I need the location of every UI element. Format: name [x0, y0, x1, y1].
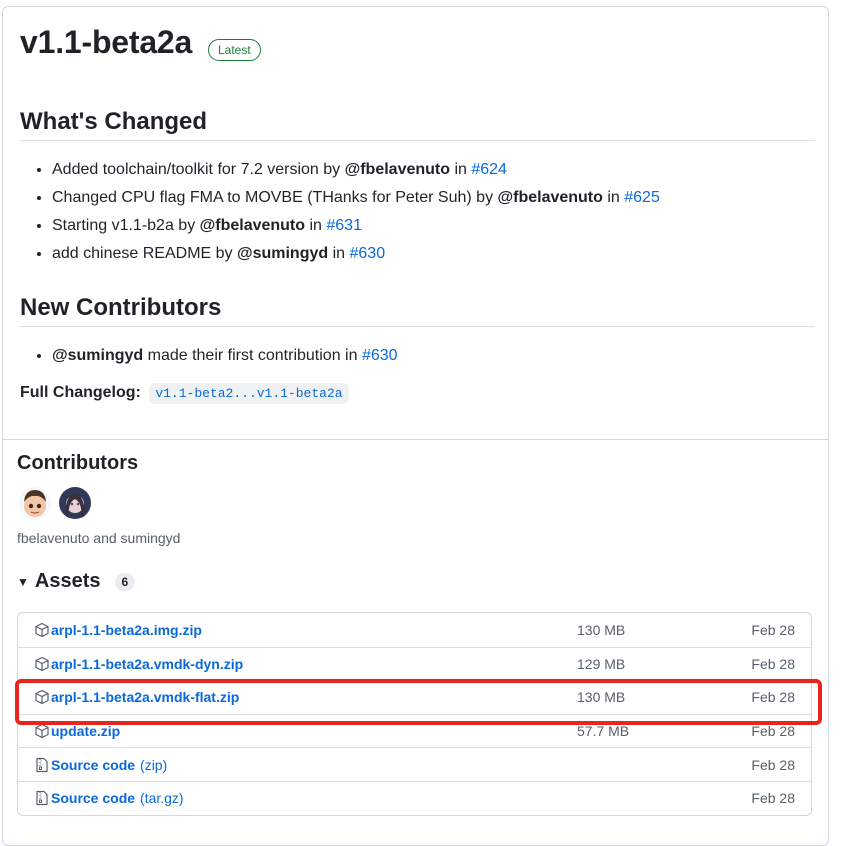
user-link[interactable]: @sumingyd: [52, 347, 143, 364]
asset-link[interactable]: Source code: [51, 790, 135, 806]
divider: [3, 439, 828, 440]
latest-badge: Latest: [208, 39, 261, 61]
list-item: @sumingyd made their first contribution …: [52, 342, 398, 370]
item-text: Changed CPU flag FMA to MOVBE (THanks fo…: [52, 189, 498, 206]
whats-changed-list: Added toolchain/toolkit for 7.2 version …: [20, 156, 660, 268]
item-text: in: [450, 161, 472, 178]
asset-date: Feb 28: [751, 689, 795, 706]
new-contributors-list: @sumingyd made their first contribution …: [20, 342, 398, 370]
asset-row-highlighted: arpl-1.1-beta2a.vmdk-flat.zip 130 MB Feb…: [18, 680, 811, 714]
avatar-fbelavenuto[interactable]: [19, 487, 51, 519]
contributors-names: fbelavenuto and sumingyd: [17, 530, 181, 546]
file-zip-icon: [34, 757, 50, 773]
new-contributors-heading: New Contributors: [20, 294, 222, 321]
asset-link[interactable]: arpl-1.1-beta2a.img.zip: [51, 622, 202, 638]
full-changelog: Full Changelog: v1.1-beta2...v1.1-beta2a: [20, 383, 349, 404]
pr-link[interactable]: #630: [350, 245, 386, 262]
changelog-colon: :: [135, 384, 141, 401]
user-link[interactable]: @fbelavenuto: [200, 217, 305, 234]
asset-date: Feb 28: [751, 655, 795, 672]
avatar-sumingyd[interactable]: [59, 487, 91, 519]
asset-link[interactable]: arpl-1.1-beta2a.vmdk-dyn.zip: [51, 656, 243, 672]
asset-size: 129 MB: [577, 655, 626, 672]
assets-toggle[interactable]: ▼ Assets 6: [17, 570, 136, 593]
item-text: in: [602, 189, 625, 206]
contributors-heading: Contributors: [17, 452, 139, 474]
user-link[interactable]: @fbelavenuto: [345, 161, 450, 178]
divider: [20, 326, 815, 327]
asset-link[interactable]: arpl-1.1-beta2a.vmdk-flat.zip: [51, 689, 239, 705]
list-item: Added toolchain/toolkit for 7.2 version …: [52, 156, 660, 184]
assets-count-badge: 6: [114, 572, 136, 591]
item-text: made their first contribution in: [143, 347, 362, 364]
asset-date: Feb 28: [751, 723, 795, 740]
list-item: Changed CPU flag FMA to MOVBE (THanks fo…: [52, 184, 660, 212]
package-icon: [34, 723, 50, 739]
asset-row: arpl-1.1-beta2a.vmdk-dyn.zip 129 MB Feb …: [18, 646, 811, 681]
package-icon: [34, 656, 50, 672]
caret-down-icon: ▼: [17, 574, 29, 589]
asset-link[interactable]: Source code: [51, 757, 135, 773]
asset-date: Feb 28: [751, 756, 795, 773]
pr-link[interactable]: #624: [471, 161, 507, 178]
pr-link[interactable]: #630: [362, 347, 398, 364]
item-text: in: [305, 217, 327, 234]
assets-list: arpl-1.1-beta2a.img.zip 130 MB Feb 28 ar…: [17, 612, 812, 816]
release-body: v1.1-beta2a Latest What's Changed Added …: [3, 7, 828, 441]
asset-size: 57.7 MB: [577, 723, 630, 740]
release-title[interactable]: v1.1-beta2a: [20, 24, 192, 61]
whats-changed-heading: What's Changed: [20, 108, 208, 135]
user-link[interactable]: @sumingyd: [237, 245, 328, 262]
compare-link[interactable]: v1.1-beta2...v1.1-beta2a: [149, 383, 349, 404]
package-icon: [34, 689, 50, 705]
item-text: Added toolchain/toolkit for 7.2 version …: [52, 161, 345, 178]
asset-date: Feb 28: [751, 790, 795, 807]
asset-row: Source code (tar.gz) Feb 28: [18, 780, 811, 815]
list-item: add chinese README by @sumingyd in #630: [52, 240, 660, 268]
asset-row: Source code (zip) Feb 28: [18, 747, 811, 781]
assets-heading: Assets: [34, 570, 101, 592]
user-link[interactable]: @fbelavenuto: [498, 189, 603, 206]
changelog-label: Full Changelog: [20, 384, 136, 401]
file-zip-icon: [34, 790, 50, 806]
item-text: in: [328, 245, 350, 262]
package-icon: [34, 622, 50, 638]
asset-size: 130 MB: [577, 689, 626, 706]
divider: [20, 140, 815, 141]
asset-link[interactable]: update.zip: [51, 723, 120, 739]
asset-row: arpl-1.1-beta2a.img.zip 130 MB Feb 28: [18, 613, 811, 647]
asset-row: update.zip 57.7 MB Feb 28: [18, 713, 811, 748]
item-text: Starting v1.1-b2a by: [52, 217, 200, 234]
list-item: Starting v1.1-b2a by @fbelavenuto in #63…: [52, 212, 660, 240]
item-text: add chinese README by: [52, 245, 237, 262]
asset-extra: (tar.gz): [140, 790, 184, 807]
pr-link[interactable]: #631: [326, 217, 362, 234]
asset-extra: (zip): [140, 756, 168, 773]
asset-date: Feb 28: [751, 621, 795, 638]
asset-size: 130 MB: [577, 621, 626, 638]
pr-link[interactable]: #625: [624, 189, 660, 206]
